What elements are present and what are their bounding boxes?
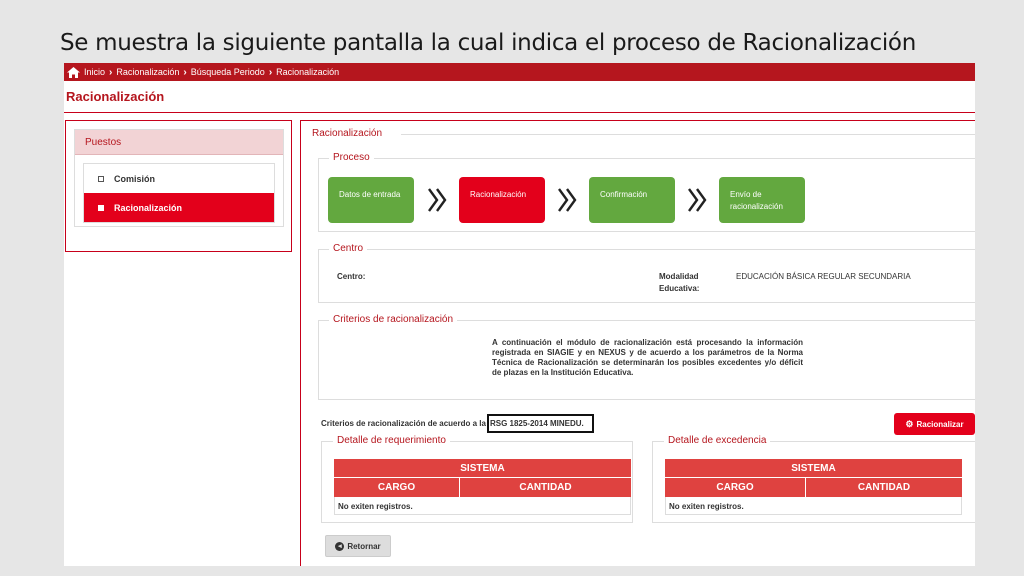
table-system-header: SISTEMA — [334, 459, 631, 478]
double-chevron-right-icon — [428, 188, 447, 212]
puesto-item-comision[interactable]: Comisión — [84, 164, 274, 193]
excedencia-legend: Detalle de excedencia — [664, 435, 771, 446]
requerimiento-table: SISTEMA CARGO CANTIDAD No exiten registr… — [334, 459, 631, 515]
page-header: Racionalización — [64, 81, 975, 113]
table-system-header: SISTEMA — [665, 459, 962, 478]
puestos-title: Puestos — [75, 130, 283, 155]
retornar-button[interactable]: ◂ Retornar — [325, 535, 391, 557]
criterios-description: A continuación el módulo de racionalizac… — [492, 338, 803, 377]
main-legend: Racionalización — [308, 128, 387, 139]
racionalizar-button[interactable]: ⚙ Racionalizar — [894, 413, 975, 435]
arrow-left-circle-icon: ◂ — [335, 541, 345, 551]
criteria-text: Criterios de racionalización de acuerdo … — [321, 419, 486, 428]
app-window: Inicio › Racionalización › Búsqueda Peri… — [64, 63, 975, 566]
step-racionalizacion[interactable]: Racionalización — [459, 177, 545, 223]
proceso-legend: Proceso — [329, 152, 374, 163]
column-header-cargo: CARGO — [665, 478, 806, 497]
chevron-right-icon: › — [268, 66, 273, 78]
breadcrumb: Inicio › Racionalización › Búsqueda Peri… — [64, 63, 975, 81]
puesto-item-racionalizacion[interactable]: Racionalización — [84, 193, 274, 222]
table-empty-row: No exiten registros. — [334, 497, 631, 515]
puesto-item-label: Racionalización — [114, 202, 183, 213]
page-title: Racionalización — [66, 89, 165, 104]
home-icon[interactable] — [67, 66, 80, 78]
left-panel: Puestos Comisión Racionalización — [65, 120, 292, 252]
racionalizar-label: Racionalizar — [916, 419, 964, 429]
retornar-label: Retornar — [347, 541, 381, 551]
slide-title: Se muestra la siguiente pantalla la cual… — [60, 30, 916, 56]
puesto-item-label: Comisión — [114, 173, 156, 184]
criteria-line: Criterios de racionalización de acuerdo … — [321, 414, 594, 433]
divider — [401, 134, 975, 135]
modalidad-value: EDUCACIÓN BÁSICA REGULAR SECUNDARIA — [736, 272, 911, 281]
puestos-panel: Puestos Comisión Racionalización — [74, 129, 284, 227]
modalidad-label: Modalidad Educativa: — [659, 272, 700, 293]
chevron-right-icon: › — [109, 66, 113, 78]
breadcrumb-item-current: Racionalización — [276, 67, 340, 77]
chevron-right-icon: › — [183, 66, 187, 78]
column-header-cantidad: CANTIDAD — [460, 478, 631, 497]
excedencia-table: SISTEMA CARGO CANTIDAD No exiten registr… — [665, 459, 962, 515]
table-empty-row: No exiten registros. — [665, 497, 962, 515]
criterios-legend: Criterios de racionalización — [329, 314, 458, 325]
breadcrumb-item-inicio[interactable]: Inicio — [84, 67, 105, 77]
main-panel: Racionalización Proceso Datos de entrada… — [300, 120, 975, 566]
step-datos-de-entrada[interactable]: Datos de entrada — [328, 177, 414, 223]
column-header-cargo: CARGO — [334, 478, 460, 497]
centro-label: Centro: — [337, 272, 366, 281]
column-header-cantidad: CANTIDAD — [806, 478, 962, 497]
breadcrumb-item-busqueda-periodo[interactable]: Búsqueda Periodo — [191, 67, 265, 77]
gear-icon: ⚙ — [905, 418, 914, 429]
requerimiento-legend: Detalle de requerimiento — [333, 435, 450, 446]
centro-legend: Centro — [329, 243, 368, 254]
rsg-reference: RSG 1825-2014 MINEDU. — [486, 414, 594, 433]
step-envio-de-racionalizacion[interactable]: Envío de racionalización — [719, 177, 805, 223]
step-confirmacion[interactable]: Confirmación — [589, 177, 675, 223]
breadcrumb-item-racionalizacion[interactable]: Racionalización — [116, 67, 179, 77]
double-chevron-right-icon — [558, 188, 577, 212]
puestos-list: Comisión Racionalización — [83, 163, 275, 223]
double-chevron-right-icon — [688, 188, 707, 212]
checkbox-icon — [98, 204, 104, 211]
checkbox-icon — [98, 175, 104, 182]
